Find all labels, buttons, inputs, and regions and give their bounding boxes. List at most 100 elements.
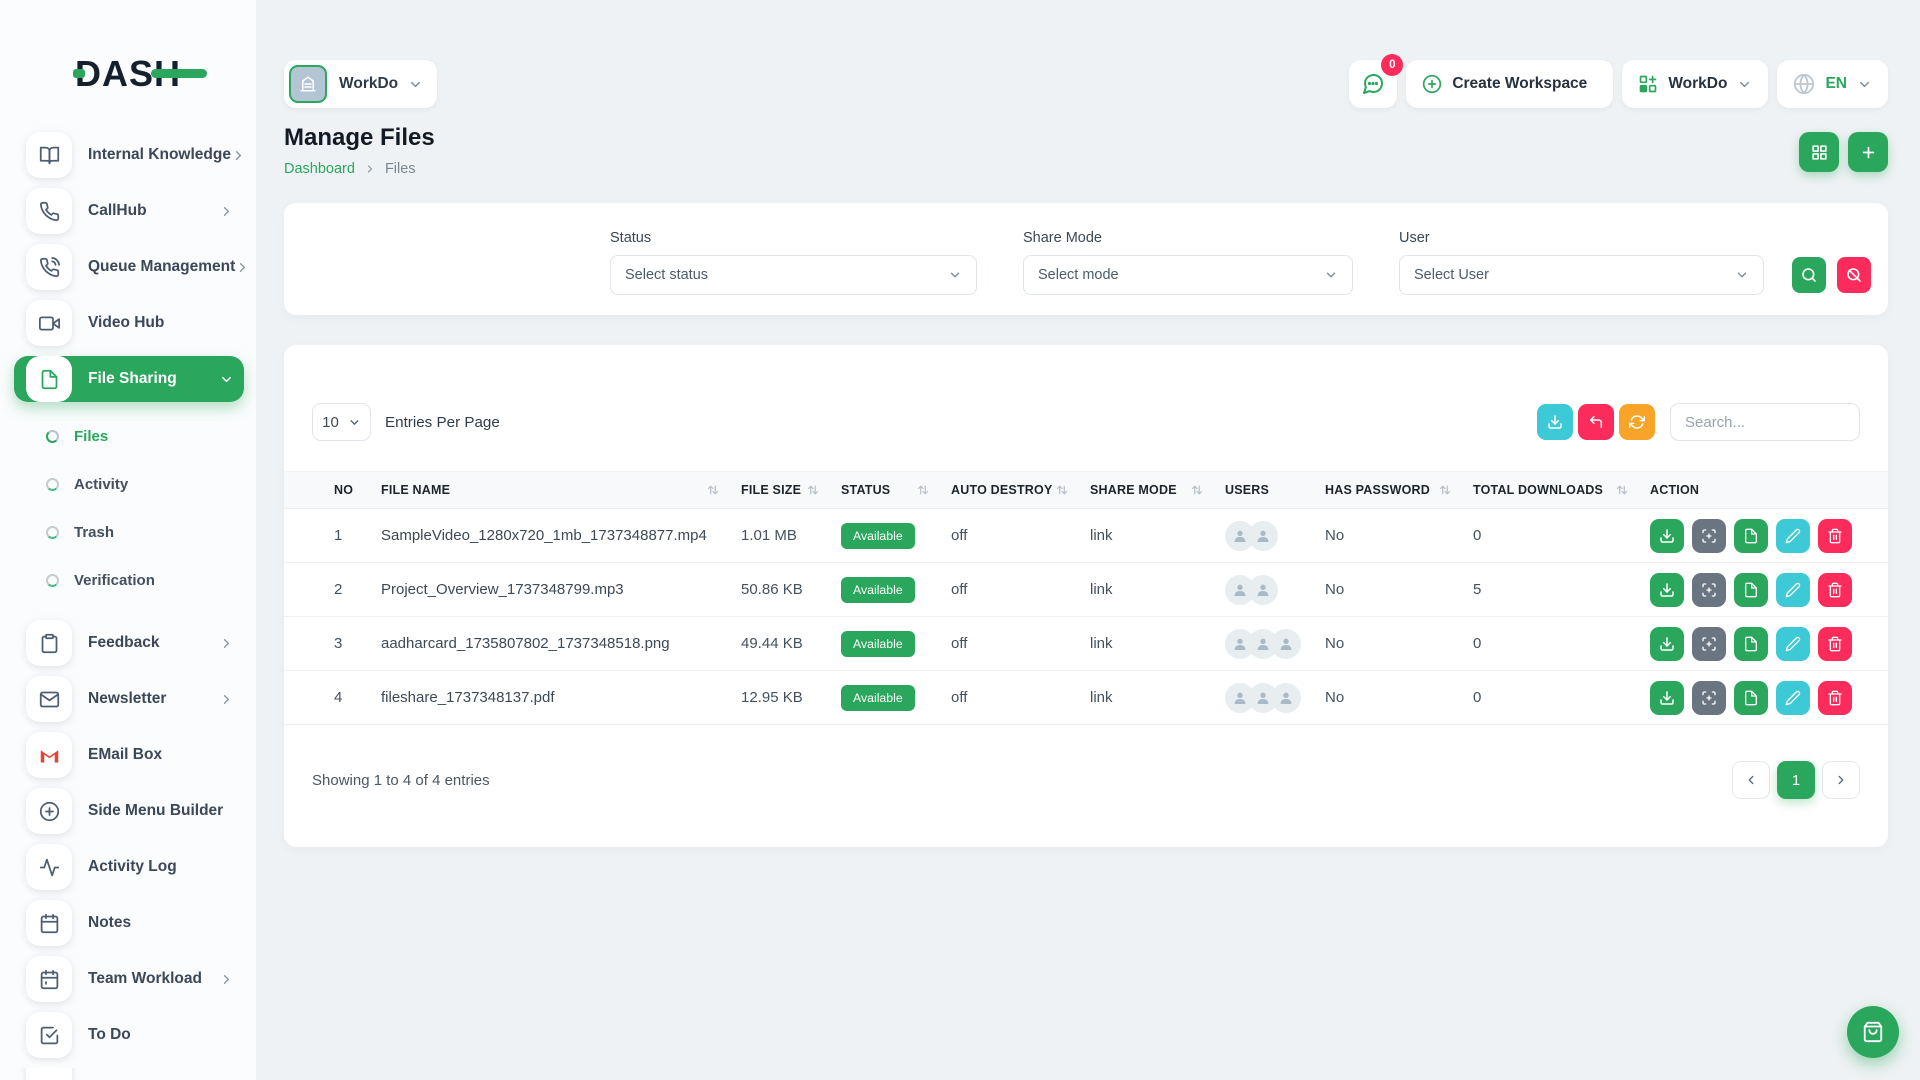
table-row: 4 fileshare_1737348137.pdf 12.95 KB Avai…	[284, 671, 1888, 725]
sidebar-item-video-hub[interactable]: Video Hub	[14, 300, 244, 346]
sidebar-item-clipped[interactable]	[14, 1068, 244, 1080]
sidebar-subitem-files[interactable]: Files	[14, 416, 244, 456]
grid-view-button[interactable]	[1799, 132, 1839, 172]
refresh-button[interactable]	[1619, 404, 1655, 440]
details-button[interactable]	[1734, 573, 1768, 607]
col-file-name[interactable]: FILE NAME	[381, 472, 741, 509]
file-icon	[1743, 528, 1759, 544]
sort-icon	[1616, 484, 1628, 496]
trash-icon	[1827, 636, 1843, 652]
preview-button[interactable]	[1692, 519, 1726, 553]
mail-icon	[26, 676, 72, 722]
edit-button[interactable]	[1776, 627, 1810, 661]
total-downloads: 5	[1473, 563, 1650, 617]
download-icon	[1659, 582, 1675, 598]
sidebar-subitem-verification[interactable]: Verification	[14, 560, 244, 600]
col-users[interactable]: USERS	[1225, 472, 1325, 509]
bullet-icon	[46, 430, 59, 443]
sidebar-item-side-menu-builder[interactable]: Side Menu Builder	[14, 788, 244, 834]
sidebar-subitem-activity[interactable]: Activity	[14, 464, 244, 504]
phone-call-icon	[26, 244, 72, 290]
logo: DASH	[0, 0, 256, 122]
preview-button[interactable]	[1692, 573, 1726, 607]
app-switcher-dropdown[interactable]: WorkDo	[1622, 60, 1768, 108]
apply-filter-button[interactable]	[1792, 257, 1826, 293]
delete-button[interactable]	[1818, 681, 1852, 715]
col-share-mode[interactable]: SHARE MODE	[1090, 472, 1225, 509]
col-no[interactable]: NO	[284, 472, 381, 509]
edit-button[interactable]	[1776, 681, 1810, 715]
sidebar-item-file-sharing[interactable]: File Sharing	[14, 356, 244, 402]
download-button[interactable]	[1650, 519, 1684, 553]
col-auto-destroy[interactable]: AUTO DESTROY	[951, 472, 1090, 509]
undo-button[interactable]	[1578, 404, 1614, 440]
next-page-button[interactable]	[1822, 761, 1860, 799]
status-select[interactable]: Select status	[610, 255, 977, 295]
col-file-size[interactable]: FILE SIZE	[741, 472, 841, 509]
messages-button[interactable]: 0	[1349, 60, 1397, 108]
col-status[interactable]: STATUS	[841, 472, 951, 509]
row-actions	[1650, 627, 1888, 661]
preview-button[interactable]	[1692, 627, 1726, 661]
globe-icon	[1793, 73, 1815, 95]
sidebar-item-email-box[interactable]: EMail Box	[14, 732, 244, 778]
sidebar-item-callhub[interactable]: CallHub	[14, 188, 244, 234]
cart-button[interactable]	[1847, 1006, 1899, 1058]
row-no: 2	[284, 563, 381, 617]
sidebar-item-queue-management[interactable]: Queue Management	[14, 244, 244, 290]
file-size: 1.01 MB	[741, 509, 841, 563]
download-button[interactable]	[1650, 681, 1684, 715]
export-download-button[interactable]	[1537, 404, 1573, 440]
share-mode-select[interactable]: Select mode	[1023, 255, 1353, 295]
add-file-button[interactable]	[1848, 132, 1888, 172]
sidebar-item-feedback[interactable]: Feedback	[14, 620, 244, 666]
status-badge: Available	[841, 685, 915, 711]
create-workspace-button[interactable]: Create Workspace	[1406, 60, 1613, 108]
sidebar-item-team-workload[interactable]: Team Workload	[14, 956, 244, 1002]
book-open-icon	[26, 132, 72, 178]
table-search-input[interactable]	[1670, 403, 1860, 441]
prev-page-button[interactable]	[1732, 761, 1770, 799]
sidebar-item-internal-knowledge[interactable]: Internal Knowledge	[14, 132, 244, 178]
col-total-downloads[interactable]: TOTAL DOWNLOADS	[1473, 472, 1650, 509]
bullet-icon	[46, 478, 59, 491]
chevron-right-icon	[231, 148, 246, 163]
sidebar-item-notes[interactable]: Notes	[14, 900, 244, 946]
preview-button[interactable]	[1692, 681, 1726, 715]
delete-button[interactable]	[1818, 627, 1852, 661]
breadcrumb-dashboard-link[interactable]: Dashboard	[284, 161, 355, 177]
delete-button[interactable]	[1818, 573, 1852, 607]
sidebar-item-activity-log[interactable]: Activity Log	[14, 844, 244, 890]
details-button[interactable]	[1734, 627, 1768, 661]
scan-plus-icon	[1701, 690, 1717, 706]
logo-accent-bar	[151, 69, 207, 78]
clipped-icon	[26, 1068, 72, 1080]
edit-button[interactable]	[1776, 573, 1810, 607]
edit-button[interactable]	[1776, 519, 1810, 553]
video-icon	[26, 300, 72, 346]
sidebar-subitem-trash[interactable]: Trash	[14, 512, 244, 552]
download-button[interactable]	[1650, 573, 1684, 607]
entries-per-page-select[interactable]: 10	[312, 403, 371, 441]
page-1-button[interactable]: 1	[1777, 761, 1815, 799]
download-button[interactable]	[1650, 627, 1684, 661]
col-has-password[interactable]: HAS PASSWORD	[1325, 472, 1473, 509]
search-off-icon	[1846, 267, 1862, 283]
language-dropdown[interactable]: EN	[1777, 60, 1888, 108]
calendar-icon	[26, 956, 72, 1002]
share-mode-filter: Share Mode Select mode	[1023, 230, 1353, 295]
workspace-switcher[interactable]: WorkDo	[284, 60, 437, 108]
grid-plus-icon	[1638, 74, 1658, 94]
trash-icon	[1827, 528, 1843, 544]
user-select[interactable]: Select User	[1399, 255, 1764, 295]
pencil-icon	[1785, 528, 1801, 544]
sidebar-item-newsletter[interactable]: Newsletter	[14, 676, 244, 722]
details-button[interactable]	[1734, 519, 1768, 553]
details-button[interactable]	[1734, 681, 1768, 715]
delete-button[interactable]	[1818, 519, 1852, 553]
sort-icon	[707, 484, 719, 496]
reset-filter-button[interactable]	[1837, 257, 1871, 293]
sidebar-item-to-do[interactable]: To Do	[14, 1012, 244, 1058]
sidebar-nav: Internal Knowledge CallHub Queue Managem…	[0, 122, 256, 1080]
user-avatars	[1225, 575, 1325, 605]
